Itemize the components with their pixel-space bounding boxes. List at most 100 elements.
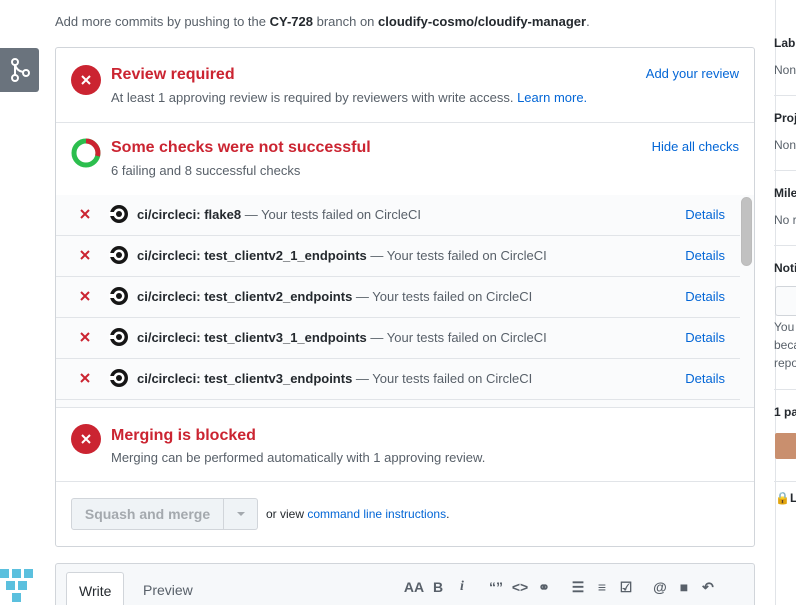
learn-more-link[interactable]: Learn more.: [517, 90, 587, 105]
tab-preview[interactable]: Preview: [131, 572, 205, 605]
sidebar-divider: [774, 245, 796, 246]
or-view-period: .: [446, 507, 450, 521]
mention-icon[interactable]: @: [650, 578, 670, 596]
notif-text-line: beca: [774, 338, 796, 352]
check-row: ci/circleci: test_clientv3_endpoints — Y…: [56, 359, 740, 400]
check-label: ci/circleci: test_clientv3_1_endpoints —…: [137, 330, 547, 345]
check-name: ci/circleci: test_clientv3_endpoints: [137, 371, 353, 386]
lock-label: L: [789, 491, 796, 505]
check-row: ci/circleci: test_clientv2_endpoints — Y…: [56, 277, 740, 318]
task-list-icon[interactable]: ☑: [616, 578, 636, 596]
command-line-instructions-link[interactable]: command line instructions: [307, 507, 446, 521]
git-merge-icon: [0, 48, 39, 92]
bookmark-icon[interactable]: ■: [674, 578, 694, 596]
check-label: ci/circleci: flake8 — Your tests failed …: [137, 207, 421, 222]
tab-write[interactable]: Write: [66, 572, 125, 605]
check-row: ci/circleci: test_clientv2_1_endpoints —…: [56, 236, 740, 277]
markdown-toolbar: AA B i “” <> ⚭ ☰ ≡ ☑ @ ■ ↶: [404, 578, 722, 596]
sidebar-projects-heading[interactable]: Proj: [774, 111, 796, 125]
notif-text-line: You: [774, 320, 795, 334]
participant-avatar[interactable]: [775, 433, 796, 459]
quote-icon[interactable]: “”: [486, 578, 506, 596]
check-label: ci/circleci: test_clientv2_1_endpoints —…: [137, 248, 547, 263]
repo-name: cloudify-cosmo/cloudify-manager: [378, 14, 587, 29]
ordered-list-icon[interactable]: ≡: [592, 578, 612, 596]
checks-scrollbar-thumb[interactable]: [741, 197, 752, 266]
check-name: ci/circleci: test_clientv2_1_endpoints: [137, 248, 367, 263]
check-desc: — Your tests failed on CircleCI: [366, 330, 547, 345]
error-x-icon: [71, 65, 101, 95]
intro-prefix: Add more commits by pushing to the: [55, 14, 270, 29]
or-view-label: or view: [266, 507, 308, 521]
check-name: ci/circleci: test_clientv2_endpoints: [137, 289, 353, 304]
merging-section: Merging is blocked Merging can be perfor…: [56, 408, 754, 482]
check-label: ci/circleci: test_clientv3_endpoints — Y…: [137, 371, 532, 386]
sidebar-participants-heading: 1 pa: [774, 405, 796, 419]
merging-subtitle: Merging can be performed automatically w…: [111, 450, 486, 465]
error-x-icon: [71, 424, 101, 454]
check-desc: — Your tests failed on CircleCI: [366, 248, 547, 263]
lock-icon: 🔒: [775, 491, 790, 505]
review-section: Review required At least 1 approving rev…: [56, 48, 754, 123]
circleci-icon: [109, 205, 128, 223]
intro-suffix: .: [586, 14, 590, 29]
check-details-link[interactable]: Details: [685, 330, 725, 345]
sidebar-milestone-value: No r: [774, 213, 796, 227]
add-review-link[interactable]: Add your review: [646, 66, 739, 81]
check-name: ci/circleci: flake8: [137, 207, 242, 222]
reply-icon[interactable]: ↶: [698, 578, 718, 596]
sidebar-milestone-heading[interactable]: Mile: [774, 186, 796, 200]
code-icon[interactable]: <>: [510, 578, 530, 596]
or-view-text: or view command line instructions.: [266, 507, 449, 521]
caret-down-icon: [236, 512, 245, 516]
circleci-icon: [109, 287, 128, 305]
sidebar-divider: [774, 481, 796, 482]
checks-section: Some checks were not successful 6 failin…: [56, 123, 754, 195]
checks-list[interactable]: ci/circleci: flake8 — Your tests failed …: [56, 195, 754, 408]
squash-and-merge-button[interactable]: Squash and merge: [71, 498, 224, 530]
merging-title: Merging is blocked: [111, 427, 256, 444]
text-size-icon[interactable]: AA: [404, 578, 424, 596]
sidebar-notifications-heading: Noti: [774, 261, 796, 275]
hide-all-checks-link[interactable]: Hide all checks: [652, 139, 739, 154]
sidebar-labels-value: Non: [774, 63, 796, 77]
unordered-list-icon[interactable]: ☰: [568, 578, 588, 596]
check-desc: — Your tests failed on CircleCI: [352, 371, 533, 386]
check-desc: — Your tests failed on CircleCI: [352, 289, 533, 304]
link-icon[interactable]: ⚭: [534, 578, 554, 596]
review-subtitle-text: At least 1 approving review is required …: [111, 90, 514, 105]
sidebar-divider: [774, 389, 796, 390]
review-subtitle: At least 1 approving review is required …: [111, 90, 587, 105]
intro-middle: branch on: [312, 14, 379, 29]
check-details-link[interactable]: Details: [685, 371, 725, 386]
check-details-link[interactable]: Details: [685, 207, 725, 222]
check-details-link[interactable]: Details: [685, 248, 725, 263]
check-label: ci/circleci: test_clientv2_endpoints — Y…: [137, 289, 532, 304]
sidebar-divider: [774, 170, 796, 171]
review-title: Review required: [111, 66, 235, 83]
sidebar-divider: [774, 95, 796, 96]
fail-x-icon: [80, 373, 90, 383]
lock-conversation[interactable]: 🔒L: [775, 491, 796, 505]
fail-x-icon: [80, 332, 90, 342]
intro-text: Add more commits by pushing to the CY-72…: [55, 14, 590, 29]
checks-status-ring-icon: [71, 138, 101, 168]
checks-subtitle: 6 failing and 8 successful checks: [111, 163, 301, 178]
sidebar-labels-heading[interactable]: Lab: [774, 36, 795, 50]
fail-x-icon: [80, 209, 90, 219]
bold-icon[interactable]: B: [428, 578, 448, 596]
merge-method-dropdown-button[interactable]: [224, 498, 258, 530]
check-row: ci/circleci: test_clientv3_1_endpoints —…: [56, 318, 740, 359]
italic-icon[interactable]: i: [452, 578, 472, 596]
notif-text-line: repo: [774, 356, 796, 370]
merge-status-box: Review required At least 1 approving rev…: [55, 47, 755, 547]
fail-x-icon: [80, 250, 90, 260]
check-desc: — Your tests failed on CircleCI: [241, 207, 421, 222]
circleci-icon: [109, 369, 128, 387]
subscribe-button[interactable]: [775, 286, 796, 316]
checks-title: Some checks were not successful: [111, 139, 371, 156]
sidebar-projects-value: Non: [774, 138, 796, 152]
avatar[interactable]: [0, 563, 38, 605]
check-row: ci/circleci: flake8 — Your tests failed …: [56, 195, 740, 236]
check-details-link[interactable]: Details: [685, 289, 725, 304]
